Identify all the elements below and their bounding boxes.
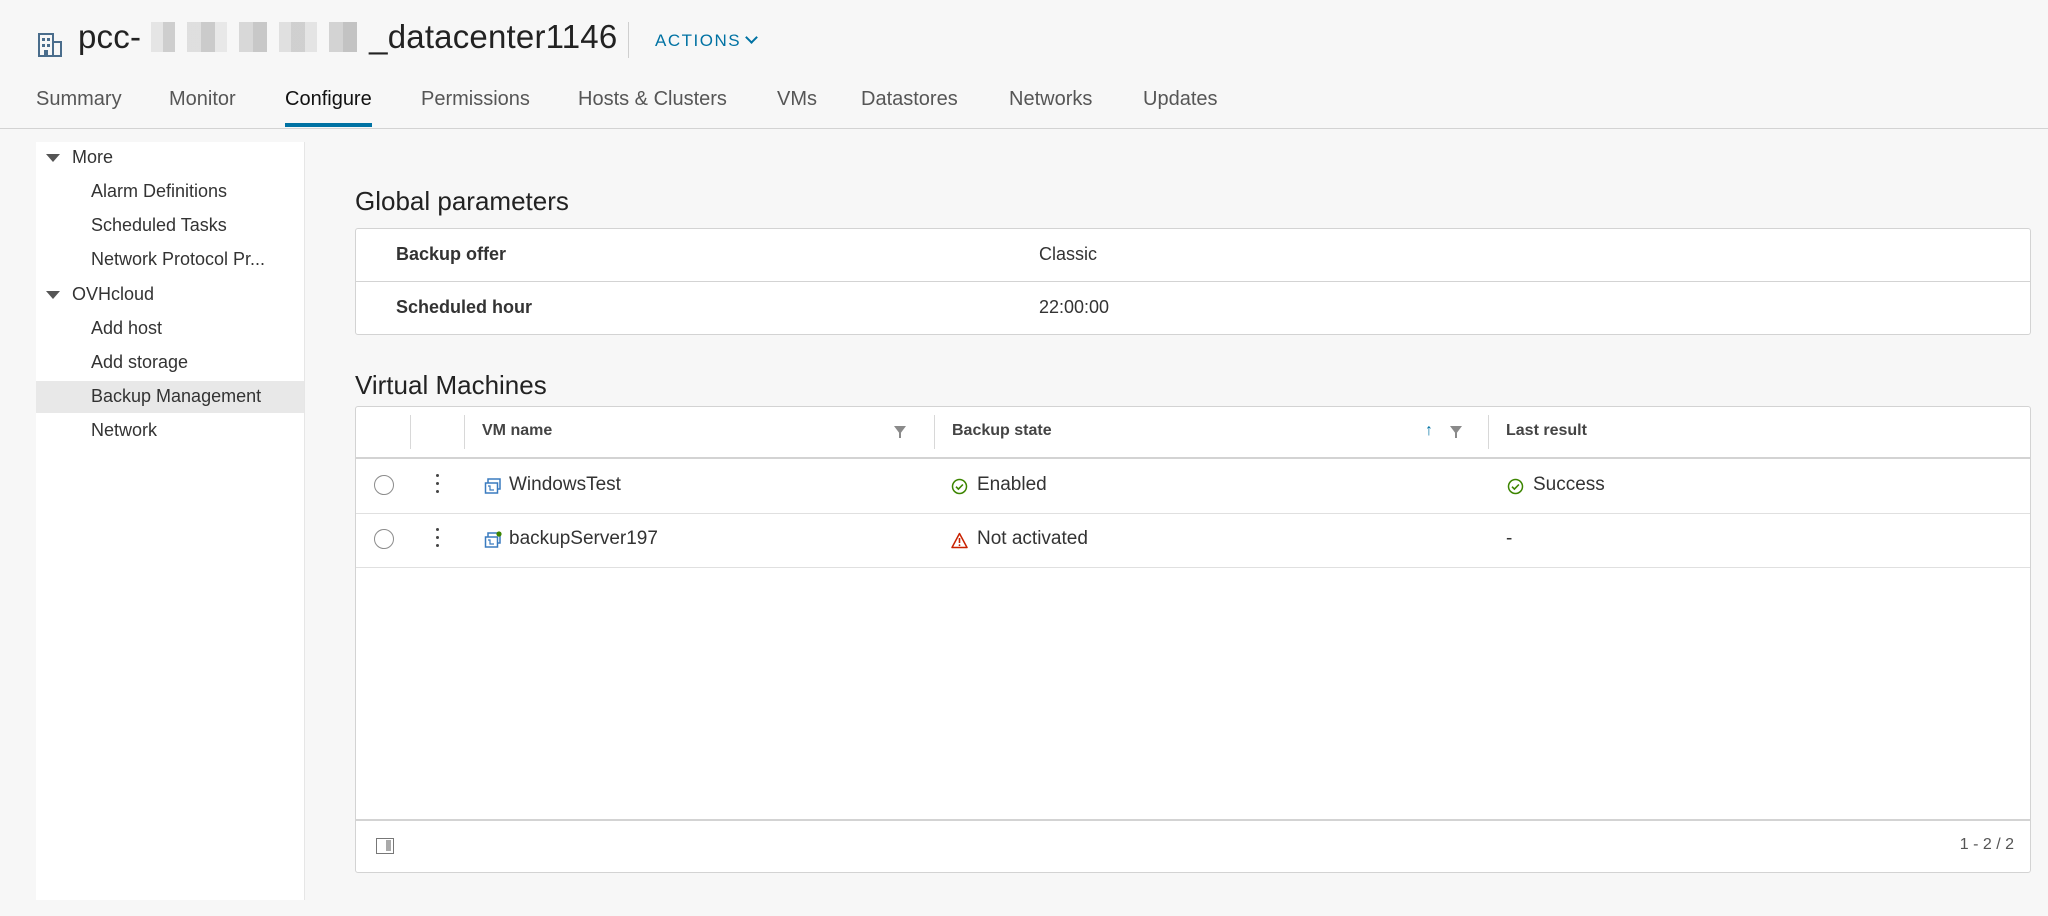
sidebar-item-add-storage[interactable]: Add storage [36, 347, 304, 379]
chevron-down-icon [745, 31, 758, 44]
tab-configure[interactable]: Configure [285, 88, 372, 127]
sidebar-item-add-host[interactable]: Add host [36, 313, 304, 345]
caret-down-icon [46, 154, 60, 162]
tab-vms[interactable]: VMs [777, 88, 817, 126]
sidebar-item-backup-management[interactable]: Backup Management [36, 381, 304, 413]
caret-down-icon [46, 291, 60, 299]
backup-state: Enabled [977, 474, 1047, 495]
column-separator [410, 415, 411, 449]
sidebar-group-more[interactable]: More [36, 142, 304, 174]
header-divider [628, 22, 629, 58]
sidebar-item-label: Scheduled Tasks [91, 215, 227, 235]
parameter-value: Classic [1039, 244, 1098, 264]
check-circle-icon [1507, 478, 1524, 495]
vm-name-link[interactable]: WindowsTest [509, 474, 621, 496]
page-title: pcc- _datacenter1146 [78, 18, 617, 56]
tab-hosts-clusters[interactable]: Hosts & Clusters [578, 88, 727, 126]
parameter-value: 22:00:00 [1039, 297, 1110, 317]
row-actions-kebab-icon[interactable] [436, 526, 440, 550]
vm-powered-on-icon [484, 531, 502, 548]
title-suffix: _datacenter1146 [369, 18, 618, 55]
redacted-block [141, 22, 370, 52]
tab-permissions[interactable]: Permissions [421, 88, 530, 126]
sidebar-item-network[interactable]: Network [36, 415, 304, 447]
column-separator [464, 415, 465, 449]
sidebar-item-scheduled-tasks[interactable]: Scheduled Tasks [36, 210, 304, 242]
last-result: - [1506, 528, 1513, 549]
column-header-last-result[interactable]: Last result [1506, 422, 1587, 440]
datacenter-icon [38, 33, 62, 57]
title-prefix: pcc- [78, 18, 142, 55]
tab-updates[interactable]: Updates [1143, 88, 1218, 126]
tab-monitor[interactable]: Monitor [169, 88, 236, 126]
filter-icon[interactable] [1450, 426, 1462, 438]
column-header-backup-state[interactable]: Backup state [952, 422, 1052, 440]
column-toggle-icon[interactable] [376, 838, 394, 854]
virtual-machines-title: Virtual Machines [355, 370, 547, 400]
sidebar-item-label: Backup Management [91, 386, 262, 406]
sort-ascending-icon[interactable]: ↑ [1425, 422, 1433, 440]
column-separator[interactable] [1488, 415, 1489, 449]
table-row[interactable]: WindowsTest Enabled Success [356, 459, 2030, 514]
page-header: pcc- _datacenter1146 ACTIONS [0, 0, 2048, 82]
global-parameters-title: Global parameters [355, 186, 569, 216]
column-separator[interactable] [934, 415, 935, 449]
parameter-key: Scheduled hour [396, 297, 533, 317]
parameter-row: Backup offer Classic [356, 229, 2030, 281]
vm-icon [484, 478, 501, 494]
actions-label: ACTIONS [655, 31, 742, 50]
row-select-radio[interactable] [374, 475, 394, 495]
sidebar-item-label: Add storage [91, 352, 189, 372]
warning-triangle-icon [951, 532, 968, 549]
tab-summary[interactable]: Summary [36, 88, 122, 126]
sidebar-item-alarm-definitions[interactable]: Alarm Definitions [36, 176, 304, 208]
sidebar-item-label: Network Protocol Pr... [91, 249, 266, 269]
global-parameters-panel: Backup offer Classic Scheduled hour 22:0… [355, 228, 2031, 335]
last-result: Success [1533, 474, 1605, 495]
datagrid-header: VM name Backup state ↑ Last result [356, 407, 2030, 459]
sidebar-group-label: OVHcloud [72, 284, 155, 304]
filter-icon[interactable] [894, 426, 906, 438]
sidebar-group-label: More [72, 147, 114, 167]
actions-menu-button[interactable]: ACTIONS [655, 31, 758, 51]
backup-state: Not activated [977, 528, 1088, 549]
vm-name-link[interactable]: backupServer197 [509, 528, 658, 550]
sidebar-group-ovhcloud[interactable]: OVHcloud [36, 279, 304, 311]
sidebar-item-network-protocol-profiles[interactable]: Network Protocol Pr... [36, 244, 304, 276]
table-row[interactable]: backupServer197 Not activated - [356, 513, 2030, 568]
parameter-row: Scheduled hour 22:00:00 [356, 281, 2030, 334]
column-header-vm-name[interactable]: VM name [482, 422, 552, 440]
parameter-key: Backup offer [396, 244, 507, 264]
pagination-info: 1 - 2 / 2 [1959, 836, 2014, 853]
sidebar-item-label: Add host [91, 318, 163, 338]
check-circle-icon [951, 478, 968, 495]
sidebar-item-label: Alarm Definitions [91, 181, 228, 201]
row-select-radio[interactable] [374, 529, 394, 549]
sidebar-item-label: Network [91, 420, 158, 440]
vm-datagrid: VM name Backup state ↑ Last result Windo… [355, 406, 2031, 873]
tab-datastores[interactable]: Datastores [861, 88, 958, 126]
datagrid-footer: 1 - 2 / 2 [356, 819, 2030, 871]
sidebar: More Alarm Definitions Scheduled Tasks N… [36, 142, 305, 900]
tab-networks[interactable]: Networks [1009, 88, 1092, 126]
row-actions-kebab-icon[interactable] [436, 472, 440, 496]
tab-bar: Summary Monitor Configure Permissions Ho… [0, 82, 2048, 129]
